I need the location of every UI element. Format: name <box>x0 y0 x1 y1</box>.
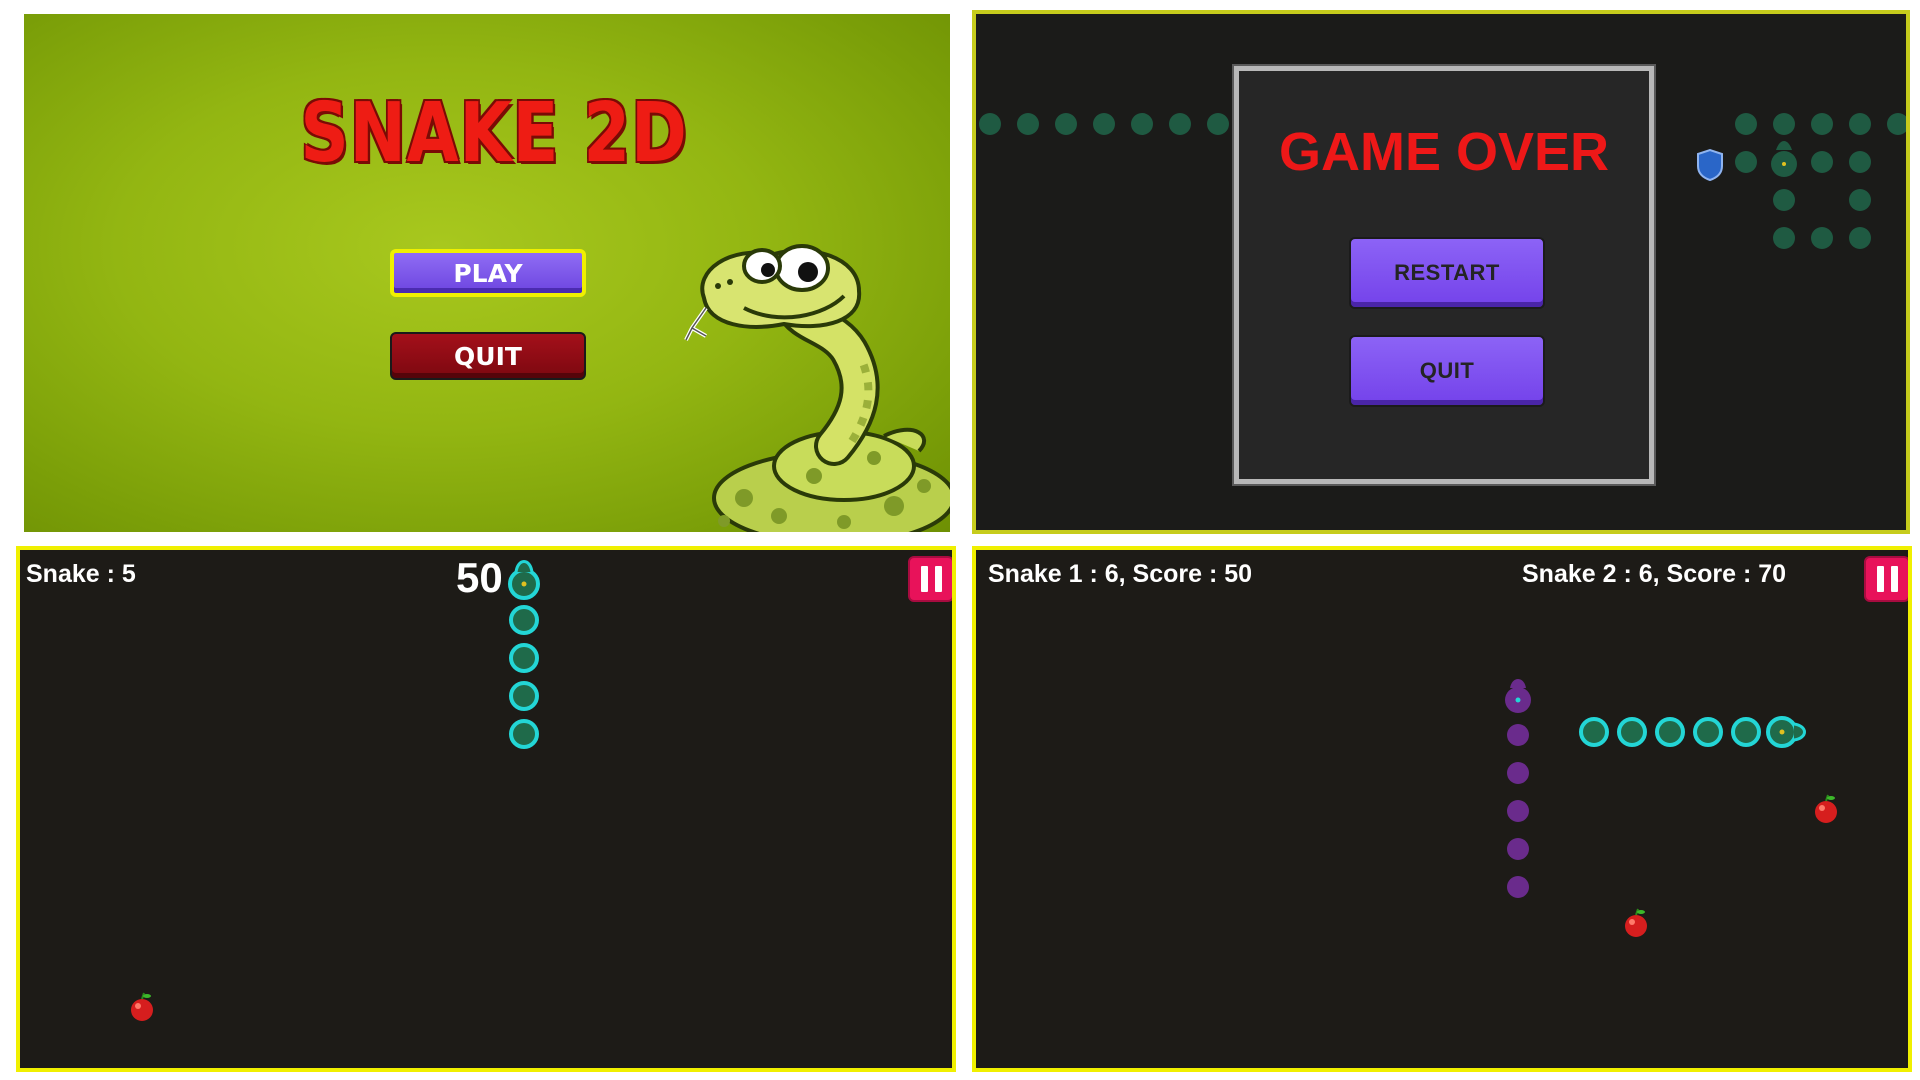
snake-segment <box>1617 717 1647 747</box>
snake-field <box>1505 679 1837 937</box>
main-menu-screen: SNAKE 2D PLAY QUIT <box>24 14 950 532</box>
snake-head-icon <box>508 560 540 600</box>
shield-icon <box>1697 148 1723 182</box>
snake-segment <box>509 719 539 749</box>
game-over-title: GAME OVER <box>1278 122 1610 182</box>
snake-segment <box>509 681 539 711</box>
apple-icon <box>131 992 153 1021</box>
apple-icon <box>1815 794 1837 823</box>
snake-field <box>131 560 540 1021</box>
game-title: SNAKE 2D <box>300 86 688 181</box>
snake-segment <box>1693 717 1723 747</box>
snake-head-icon <box>1766 716 1806 748</box>
snake-segment <box>509 605 539 635</box>
snake-segment <box>1579 717 1609 747</box>
purple-snake <box>1505 679 1531 898</box>
quit-button[interactable]: QUIT <box>390 332 586 380</box>
snake-segment <box>1655 717 1685 747</box>
apple-icon <box>1625 908 1647 937</box>
cartoon-snake-illustration <box>684 244 950 532</box>
snake-head-icon <box>1771 141 1797 177</box>
snake-segment <box>509 643 539 673</box>
snake-segment <box>1507 800 1529 822</box>
single-player-arena: Snake : 5 50 <box>16 546 956 1072</box>
snake-segment <box>1507 876 1529 898</box>
snake-segment <box>1507 838 1529 860</box>
snake-segment <box>1507 762 1529 784</box>
snake-segment <box>1507 724 1529 746</box>
snake-segment <box>1731 717 1761 747</box>
multi-player-arena: Snake 1 : 6, Score : 50 Snake 2 : 6, Sco… <box>972 546 1912 1072</box>
restart-button[interactable]: RESTART <box>1349 237 1545 309</box>
game-over-screen: GAME OVER RESTART QUIT <box>972 10 1910 534</box>
player-snake <box>508 560 540 749</box>
cyan-snake <box>1579 716 1806 748</box>
play-button[interactable]: PLAY <box>390 249 586 297</box>
quit-button[interactable]: QUIT <box>1349 335 1545 407</box>
game-over-dialog: GAME OVER RESTART QUIT <box>1232 64 1656 486</box>
snake-head-icon <box>1505 679 1531 713</box>
